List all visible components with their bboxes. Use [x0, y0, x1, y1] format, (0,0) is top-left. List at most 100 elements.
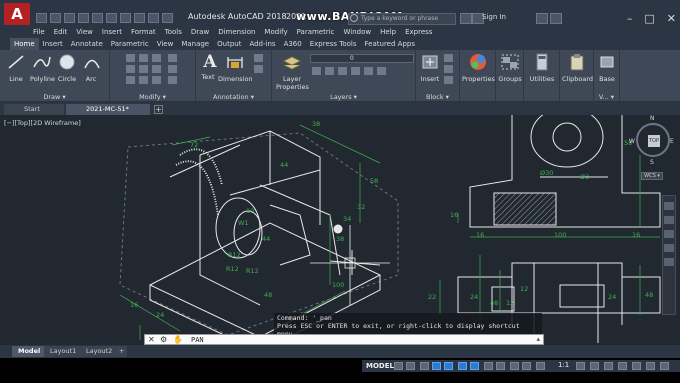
maximize-button[interactable]: □	[644, 12, 654, 25]
layer-match-icon[interactable]	[364, 67, 373, 75]
draw-panel-label[interactable]: Draw ▾	[0, 93, 109, 101]
insert-block-tool[interactable]: Insert	[419, 53, 441, 83]
save-as-icon[interactable]	[78, 13, 89, 23]
layer-dropdown[interactable]: 0	[310, 54, 414, 63]
offset-icon[interactable]	[168, 76, 177, 84]
transparency-icon[interactable]	[496, 362, 505, 370]
trim-icon[interactable]	[152, 54, 161, 62]
tab-featured-apps[interactable]: Featured Apps	[361, 38, 419, 50]
properties-tool[interactable]: Properties	[462, 53, 495, 83]
workspace-icon[interactable]	[134, 13, 145, 23]
fillet-icon[interactable]	[152, 65, 161, 73]
add-layout-button[interactable]: +	[116, 346, 128, 357]
copy-icon[interactable]	[126, 65, 135, 73]
clean-screen-icon[interactable]	[660, 362, 669, 370]
save-icon[interactable]	[64, 13, 75, 23]
autocad-logo-button[interactable]: A	[4, 3, 30, 25]
plot-icon[interactable]	[92, 13, 103, 23]
binoculars-icon[interactable]	[460, 13, 472, 24]
viewcube-west-label[interactable]: W	[629, 138, 635, 145]
viewcube-south-label[interactable]: S	[650, 159, 654, 166]
command-input[interactable]: PAN	[191, 336, 204, 344]
lock-ui-icon[interactable]	[632, 362, 641, 370]
table-icon[interactable]	[254, 65, 263, 73]
edit-attributes-icon[interactable]	[444, 76, 453, 84]
viewcube-north-label[interactable]: N	[650, 115, 655, 122]
menu-edit[interactable]: Edit	[54, 27, 68, 38]
circle-tool[interactable]: Circle	[57, 53, 77, 83]
tab-layout1[interactable]: Layout1	[44, 346, 83, 357]
lineweight-icon[interactable]	[484, 362, 493, 370]
new-file-icon[interactable]	[36, 13, 47, 23]
line-tool[interactable]: Line	[6, 53, 26, 83]
scale-icon[interactable]	[139, 76, 148, 84]
clipboard-tool[interactable]: Clipboard	[562, 53, 593, 83]
layer-isolate-icon[interactable]	[325, 67, 334, 75]
layer-freeze-icon[interactable]	[338, 67, 347, 75]
close-button[interactable]: ✕	[667, 12, 676, 25]
viewcube[interactable]: TOP	[636, 123, 670, 157]
tab-add-ins[interactable]: Add-ins	[245, 38, 279, 50]
menu-help[interactable]: Help	[380, 27, 396, 38]
object-snap-icon[interactable]	[470, 362, 479, 370]
leader-icon[interactable]	[254, 54, 263, 62]
orbit-icon[interactable]	[664, 244, 674, 252]
menu-insert[interactable]: Insert	[102, 27, 122, 38]
tab-a360[interactable]: A360	[280, 38, 306, 50]
tab-insert[interactable]: Insert	[39, 38, 67, 50]
rotate-icon[interactable]	[139, 54, 148, 62]
selection-cycling-icon[interactable]	[510, 362, 519, 370]
model-space-toggle[interactable]: MODEL	[366, 361, 394, 371]
minimize-button[interactable]: –	[627, 12, 633, 25]
command-line[interactable]: ✕ ⚙ ✋ PAN ▴	[144, 334, 544, 345]
menu-file[interactable]: File	[33, 27, 45, 38]
close-command-line-icon[interactable]: ✕	[148, 336, 157, 344]
showmotion-icon[interactable]	[664, 258, 674, 266]
undo-icon[interactable]	[106, 13, 117, 23]
menu-tools[interactable]: Tools	[165, 27, 182, 38]
share-icon[interactable]	[148, 13, 159, 23]
tab-home[interactable]: Home	[10, 38, 39, 50]
groups-tool[interactable]: Groups	[498, 53, 522, 83]
tab-manage[interactable]: Manage	[177, 38, 213, 50]
edit-block-icon[interactable]	[444, 65, 453, 73]
explode-icon[interactable]	[168, 65, 177, 73]
polar-tracking-icon[interactable]	[432, 362, 441, 370]
menu-modify[interactable]: Modify	[264, 27, 287, 38]
menu-view[interactable]: View	[76, 27, 93, 38]
layer-previous-icon[interactable]	[377, 67, 386, 75]
annotation-panel-label[interactable]: Annotation ▾	[196, 93, 271, 101]
erase-icon[interactable]	[168, 54, 177, 62]
viewcube-top-face[interactable]: TOP	[648, 135, 660, 147]
tab-model[interactable]: Model	[12, 346, 47, 357]
file-tab-2021-mc-51[interactable]: 2021-MC-51*	[66, 104, 150, 115]
layer-lock-icon[interactable]	[351, 67, 360, 75]
menu-dimension[interactable]: Dimension	[218, 27, 255, 38]
grid-icon[interactable]	[394, 362, 403, 370]
tab-view[interactable]: View	[153, 38, 178, 50]
model-space-canvas[interactable]: [−][Top][2D Wireframe] 72 38 44 58 32 34…	[0, 115, 680, 345]
stretch-icon[interactable]	[126, 76, 135, 84]
wcs-menu[interactable]: WCS ▾	[641, 172, 663, 180]
command-recent-dropdown-icon[interactable]: ▴	[536, 335, 540, 343]
pan-icon[interactable]	[664, 216, 674, 224]
workspace-switching-icon[interactable]	[576, 362, 585, 370]
redo-icon[interactable]	[120, 13, 131, 23]
text-tool[interactable]: A Text	[200, 53, 216, 81]
units-icon[interactable]	[604, 362, 613, 370]
menu-format[interactable]: Format	[131, 27, 156, 38]
menu-draw[interactable]: Draw	[191, 27, 209, 38]
tab-layout2[interactable]: Layout2	[80, 346, 119, 357]
block-panel-label[interactable]: Block ▾	[416, 93, 459, 101]
annotation-visibility-icon[interactable]	[522, 362, 531, 370]
menu-window[interactable]: Window	[344, 27, 372, 38]
tab-output[interactable]: Output	[213, 38, 245, 50]
tab-parametric[interactable]: Parametric	[107, 38, 153, 50]
menu-express[interactable]: Express	[405, 27, 432, 38]
isolate-objects-icon[interactable]	[646, 362, 655, 370]
annotation-scale-icon[interactable]	[536, 362, 545, 370]
new-tab-button[interactable]: +	[154, 105, 163, 114]
zoom-extents-icon[interactable]	[664, 230, 674, 238]
annotation-scale-value[interactable]: 1:1	[558, 361, 569, 369]
move-icon[interactable]	[126, 54, 135, 62]
